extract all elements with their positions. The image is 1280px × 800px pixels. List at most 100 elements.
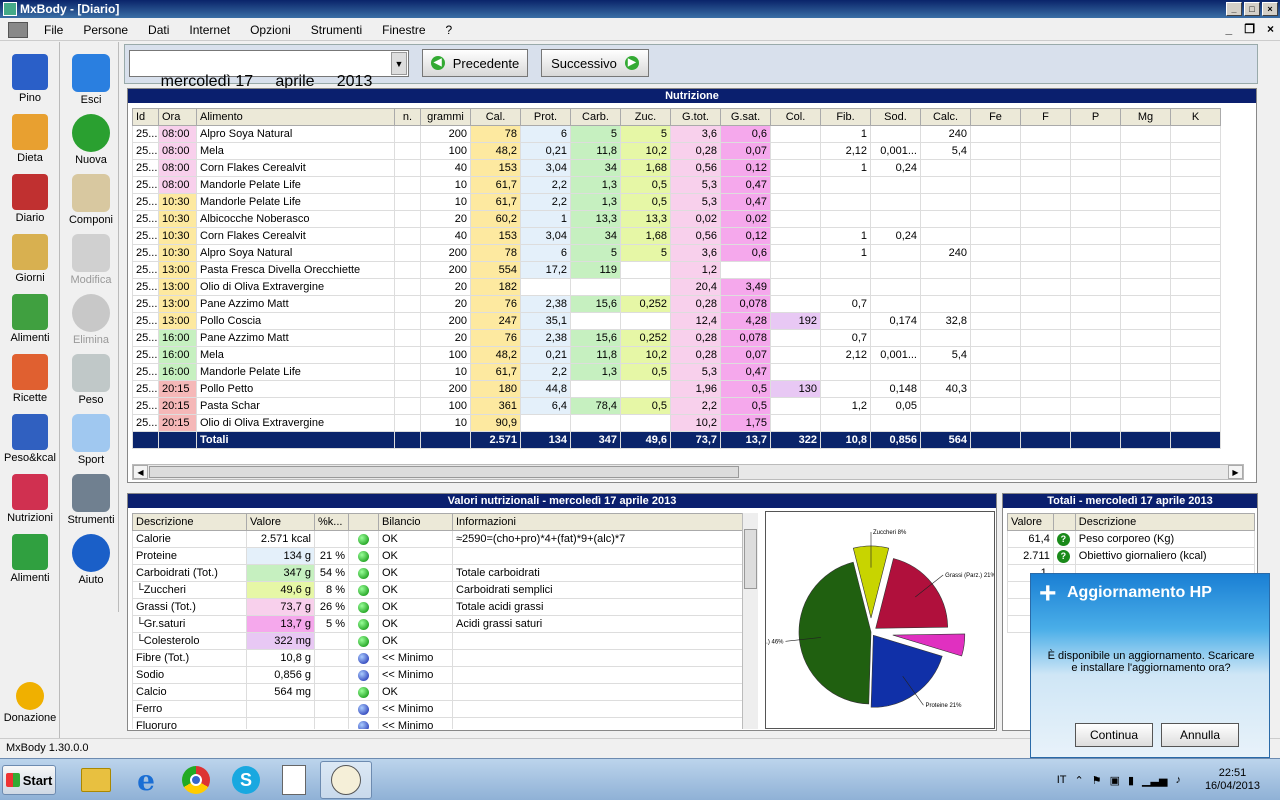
mdi-close-button[interactable]: × <box>1267 22 1274 36</box>
table-row[interactable]: 25... 16:00 Pane Azzimo Matt 20 76 2,38 15,6 0,… <box>132 329 1221 347</box>
column-header[interactable]: G.tot. <box>670 108 721 126</box>
table-row[interactable]: Fluoruro << Minimo <box>132 717 743 729</box>
nav-item-dieta[interactable]: Dieta <box>0 114 60 164</box>
table-row[interactable]: Grassi (Tot.) 73,7 g 26 % OK Totale acidi gr… <box>132 598 743 616</box>
column-header[interactable]: Carb. <box>570 108 621 126</box>
column-header[interactable]: n. <box>394 108 421 126</box>
column-header[interactable]: Bilancio <box>378 513 453 531</box>
column-header[interactable]: F <box>1020 108 1071 126</box>
nav-item-giorni[interactable]: Giorni <box>0 234 60 284</box>
network-icon[interactable]: ▮ <box>1128 774 1134 787</box>
table-row[interactable]: └Colesterolo 322 mg OK <box>132 632 743 650</box>
taskbar-chrome[interactable] <box>170 761 222 799</box>
column-header[interactable] <box>348 513 379 531</box>
column-header[interactable]: Descrizione <box>1074 513 1255 531</box>
menu-item-persone[interactable]: Persone <box>73 23 138 37</box>
esci-button[interactable]: Esci <box>63 54 119 106</box>
vertical-scrollbar[interactable] <box>742 513 758 729</box>
column-header[interactable]: grammi <box>420 108 471 126</box>
tray-expand-icon[interactable]: ⌃ <box>1074 774 1083 787</box>
table-row[interactable]: 25... 08:00 Alpro Soya Natural 200 78 6 5 5 3,6 0… <box>132 125 1221 143</box>
table-row[interactable]: Calcio 564 mg OK <box>132 683 743 701</box>
column-header[interactable]: Valore <box>246 513 315 531</box>
table-row[interactable]: 25... 20:15 Pollo Petto 200 180 44,8 1,96 0,5 13… <box>132 380 1221 398</box>
menu-item-opzioni[interactable]: Opzioni <box>240 23 301 37</box>
scroll-right-icon[interactable]: ▶ <box>1228 465 1243 479</box>
nav-item-alimenti[interactable]: Alimenti <box>0 534 60 584</box>
column-header[interactable]: Calc. <box>920 108 971 126</box>
column-header[interactable]: G.sat. <box>720 108 771 126</box>
menu-item-dati[interactable]: Dati <box>138 23 179 37</box>
table-row[interactable]: 25... 08:00 Corn Flakes Cerealvit 40 153 3,04… <box>132 159 1221 177</box>
table-row[interactable]: 25... 10:30 Mandorle Pelate Life 10 61,7 2,2 1… <box>132 193 1221 211</box>
nutrition-grid[interactable]: Id Ora Alimento n. grammi Cal. Prot. Carb. Zuc. G… <box>132 108 1244 468</box>
next-button[interactable]: Successivo ▶ <box>541 49 649 77</box>
help-icon[interactable]: ? <box>1056 549 1070 563</box>
cancel-button[interactable]: Annulla <box>1161 723 1239 747</box>
menu-item-strumenti[interactable]: Strumenti <box>301 23 372 37</box>
scroll-left-icon[interactable]: ◀ <box>133 465 148 479</box>
table-row[interactable]: 25... 16:00 Mela 100 48,2 0,21 11,8 10,2 0,28 0,0… <box>132 346 1221 364</box>
table-row[interactable]: Proteine 134 g 21 % OK <box>132 547 743 565</box>
column-header[interactable]: K <box>1170 108 1221 126</box>
table-row[interactable]: 25... 10:30 Corn Flakes Cerealvit 40 153 3,04… <box>132 227 1221 245</box>
nav-item-ricette[interactable]: Ricette <box>0 354 60 404</box>
table-row[interactable]: 25... 13:00 Pasta Fresca Divella Orecchiet… <box>132 261 1221 279</box>
mdi-child-icon[interactable] <box>8 21 28 38</box>
menu-item-[interactable]: ? <box>436 23 463 37</box>
device-icon[interactable]: ▣ <box>1110 774 1120 787</box>
horizontal-scrollbar[interactable]: ◀ ▶ <box>132 464 1244 480</box>
column-header[interactable]: Descrizione <box>132 513 247 531</box>
column-header[interactable]: Id <box>132 108 159 126</box>
menu-item-finestre[interactable]: Finestre <box>372 23 435 37</box>
column-header[interactable]: Sod. <box>870 108 921 126</box>
column-header[interactable]: P <box>1070 108 1121 126</box>
start-button[interactable]: Start <box>2 765 56 795</box>
taskbar-skype[interactable]: S <box>220 761 272 799</box>
elimina-button[interactable]: Elimina <box>63 294 119 346</box>
table-row[interactable]: 25... 16:00 Mandorle Pelate Life 10 61,7 2,2 1… <box>132 363 1221 381</box>
date-picker[interactable]: mercoledì 17 aprile 2013 ▼ <box>129 50 409 90</box>
column-header[interactable]: Ora <box>158 108 197 126</box>
componi-button[interactable]: Componi <box>63 174 119 226</box>
continue-button[interactable]: Continua <box>1075 723 1153 747</box>
menu-item-internet[interactable]: Internet <box>179 23 240 37</box>
column-header[interactable]: Fib. <box>820 108 871 126</box>
values-grid[interactable]: Descrizione Valore %k... Bilancio Informazio… <box>132 513 758 729</box>
table-row[interactable]: 61,4? Peso corporeo (Kg) <box>1007 530 1255 548</box>
table-row[interactable]: 25... 20:15 Olio di Oliva Extravergine 10 90… <box>132 414 1221 432</box>
previous-button[interactable]: ◀ Precedente <box>422 49 528 77</box>
nav-item-nutrizioni[interactable]: Nutrizioni <box>0 474 60 524</box>
column-header[interactable]: Col. <box>770 108 821 126</box>
table-row[interactable]: 25... 10:30 Alpro Soya Natural 200 78 6 5 5 3,6 0… <box>132 244 1221 262</box>
sport-button[interactable]: Sport <box>63 414 119 466</box>
table-row[interactable]: └Zuccheri 49,6 g8 % OK Carboidrati semplici <box>132 581 743 599</box>
taskbar-explorer[interactable] <box>70 761 122 799</box>
table-row[interactable]: 25... 10:30 Albicocche Noberasco 20 60,2 1 13,… <box>132 210 1221 228</box>
peso-button[interactable]: Peso <box>63 354 119 406</box>
table-row[interactable]: Sodio 0,856 g << Minimo <box>132 666 743 684</box>
taskbar-ie[interactable]: e <box>120 761 172 799</box>
table-row[interactable]: 25... 13:00 Pane Azzimo Matt 20 76 2,38 15,6 0,… <box>132 295 1221 313</box>
table-row[interactable]: Calorie 2.571 kcal OK ≈2590=(cho+pro)*4+(fa… <box>132 530 743 548</box>
nav-item-donazione[interactable]: Donazione <box>0 682 60 724</box>
chevron-down-icon[interactable]: ▼ <box>391 52 407 75</box>
column-header[interactable]: %k... <box>314 513 349 531</box>
scroll-thumb[interactable] <box>744 529 757 589</box>
close-button[interactable]: × <box>1262 2 1278 16</box>
table-row[interactable]: 2.711? Obiettivo giornaliero (kcal) <box>1007 547 1255 565</box>
modifica-button[interactable]: Modifica <box>63 234 119 286</box>
table-row[interactable]: 25... 08:00 Mandorle Pelate Life 10 61,7 2,2 1… <box>132 176 1221 194</box>
clock[interactable]: 22:51 16/04/2013 <box>1205 767 1260 793</box>
signal-icon[interactable]: ▁▃▅ <box>1142 774 1167 787</box>
column-header[interactable] <box>1052 513 1076 531</box>
minimize-button[interactable]: _ <box>1226 2 1242 16</box>
volume-icon[interactable]: ♪ <box>1175 774 1181 786</box>
aiuto-button[interactable]: Aiuto <box>63 534 119 586</box>
table-row[interactable]: 25... 08:00 Mela 100 48,2 0,21 11,8 10,2 0,28 0,0… <box>132 142 1221 160</box>
nav-item-alimenti[interactable]: Alimenti <box>0 294 60 344</box>
nav-item-pino[interactable]: Pino <box>0 54 60 104</box>
mdi-minimize-button[interactable]: _ <box>1226 22 1233 36</box>
language-indicator[interactable]: IT <box>1057 774 1067 786</box>
table-row[interactable]: 25... 13:00 Olio di Oliva Extravergine 20 18… <box>132 278 1221 296</box>
